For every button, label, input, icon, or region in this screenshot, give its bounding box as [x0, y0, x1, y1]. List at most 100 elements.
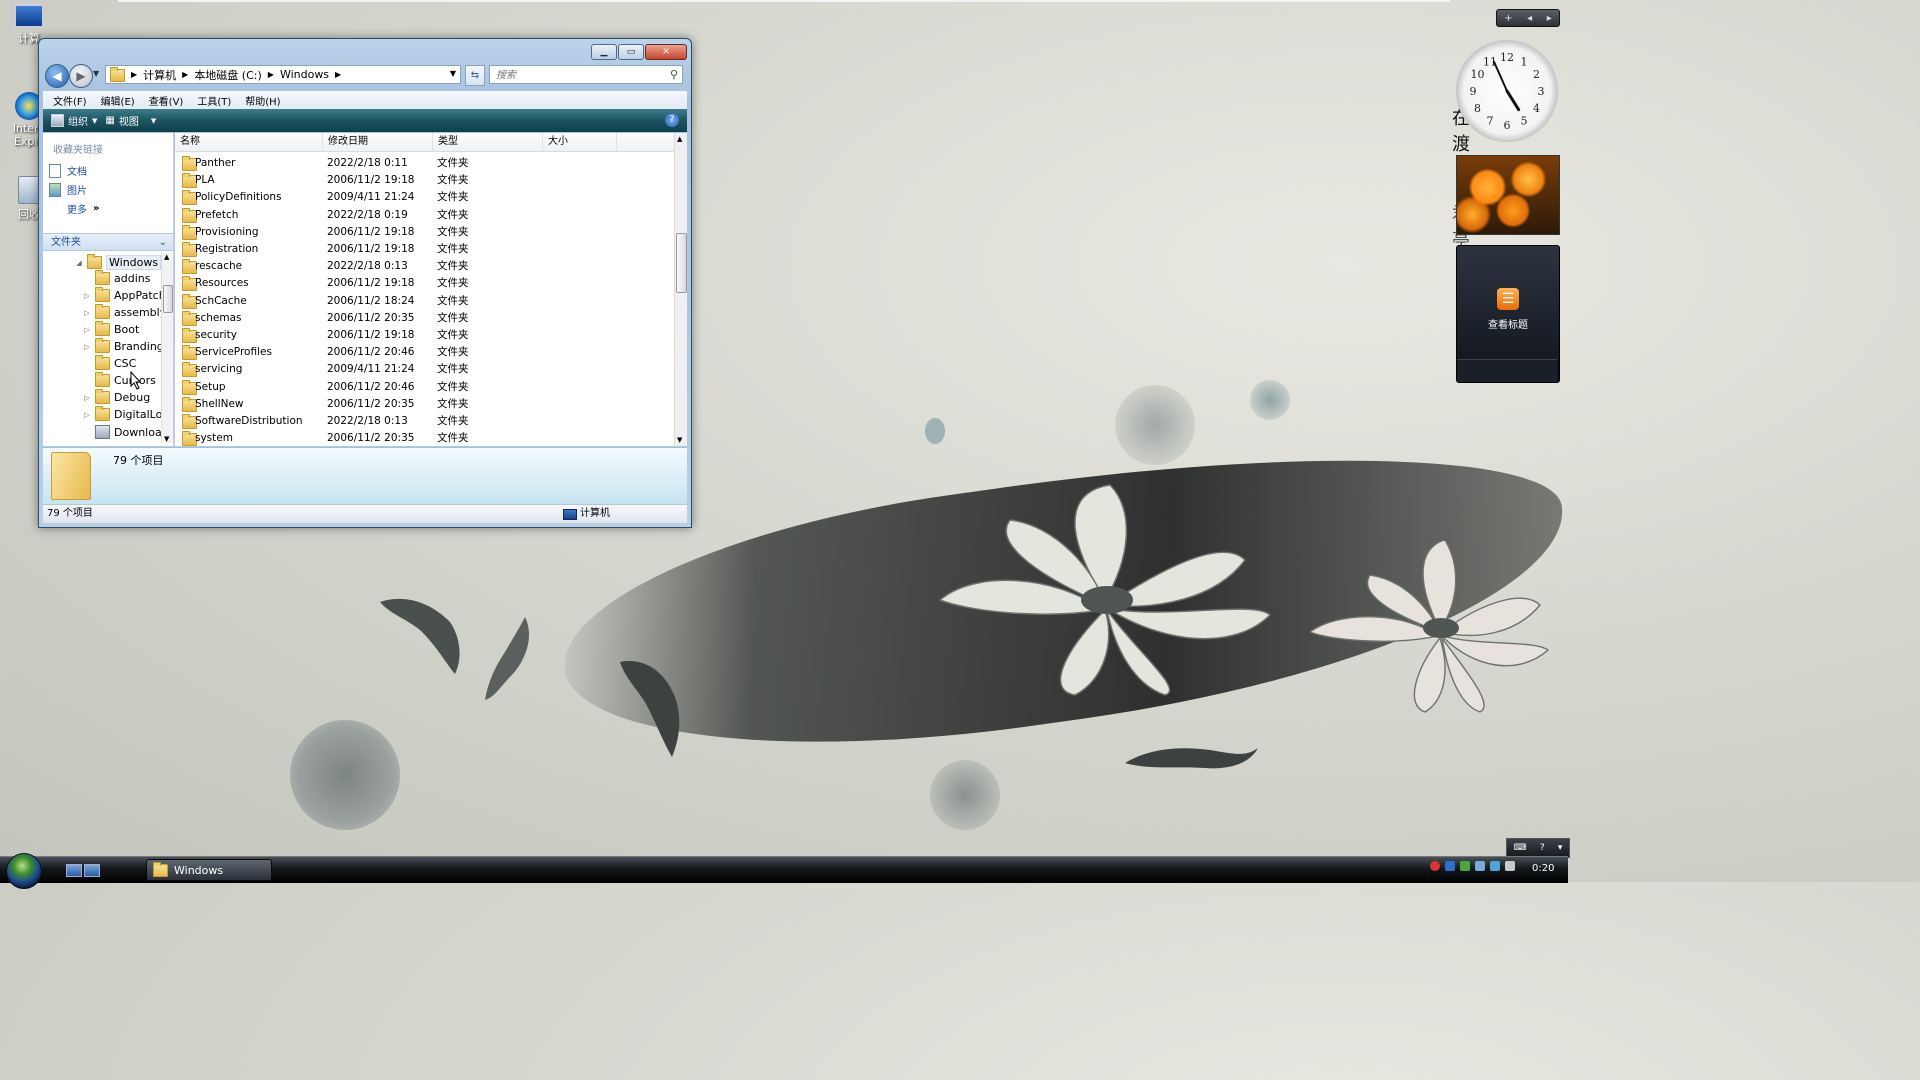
- file-row[interactable]: system 2006/11/2 20:35 文件夹: [175, 430, 671, 447]
- breadcrumb-computer[interactable]: 计算机: [143, 67, 176, 83]
- tree-item-debug[interactable]: ▷ Debug: [83, 389, 150, 404]
- tree-item-windows[interactable]: ◢ Windows: [75, 254, 162, 270]
- recent-pages-dropdown-icon[interactable]: ▼: [93, 69, 99, 78]
- network-icon[interactable]: [1475, 861, 1485, 871]
- file-row[interactable]: SoftwareDistribution 2022/2/18 0:13 文件夹: [175, 413, 671, 430]
- file-row[interactable]: ServiceProfiles 2006/11/2 20:46 文件夹: [175, 344, 671, 361]
- file-row[interactable]: Panther 2022/2/18 0:11 文件夹: [175, 155, 671, 172]
- file-row[interactable]: PLA 2006/11/2 19:18 文件夹: [175, 172, 671, 189]
- error-icon[interactable]: [1430, 861, 1440, 871]
- connection-icon[interactable]: [1490, 861, 1500, 871]
- file-row[interactable]: schemas 2006/11/2 20:35 文件夹: [175, 310, 671, 327]
- tree-item-boot[interactable]: ▷ Boot: [83, 321, 139, 336]
- file-name: Panther: [195, 157, 236, 169]
- expand-arrow-icon[interactable]: ▷: [83, 394, 91, 402]
- file-list-scroll-thumb[interactable]: [676, 233, 687, 293]
- expand-arrow-icon[interactable]: ▷: [83, 309, 91, 317]
- tree-item-cursors[interactable]: Cursors: [83, 372, 156, 387]
- show-desktop-icon[interactable]: [66, 864, 82, 877]
- column-size[interactable]: 大小: [543, 133, 617, 151]
- refresh-button[interactable]: ⇆: [465, 65, 485, 86]
- column-type[interactable]: 类型: [433, 133, 543, 151]
- breadcrumb-drive-c[interactable]: 本地磁盘 (C:): [194, 67, 261, 83]
- scroll-up-icon[interactable]: ▲: [164, 253, 169, 261]
- explorer-window[interactable]: ▁ ▭ ✕ ◀ ▶ ▼ ▶ 计算机 ▶ 本地磁盘 (C:) ▶ Windows …: [38, 38, 692, 528]
- menu-edit[interactable]: 编辑(E): [101, 93, 135, 108]
- folders-header[interactable]: 文件夹 ⌄: [43, 233, 173, 251]
- organize-button[interactable]: 组织 ▼: [51, 113, 97, 128]
- collapse-arrow-icon[interactable]: ◢: [75, 259, 83, 267]
- view-headlines-label[interactable]: 查看标题: [1457, 316, 1559, 331]
- scroll-up-icon[interactable]: ▲: [677, 135, 682, 143]
- tree-item-downloaded[interactable]: Download: [83, 425, 169, 439]
- tree-scrollbar[interactable]: ▲ ▼: [161, 253, 173, 443]
- chevron-down-icon[interactable]: ▾: [1558, 843, 1563, 853]
- switch-windows-icon[interactable]: [84, 864, 100, 877]
- add-gadget-icon[interactable]: +: [1504, 13, 1512, 24]
- views-button[interactable]: ▦ 视图: [105, 113, 138, 128]
- next-page-icon[interactable]: ▸: [1547, 13, 1552, 24]
- tree-item-apppatch[interactable]: ▷ AppPatch: [83, 287, 166, 302]
- file-row[interactable]: PolicyDefinitions 2009/4/11 21:24 文件夹: [175, 189, 671, 206]
- expand-arrow-icon[interactable]: ▷: [83, 411, 91, 419]
- previous-page-icon[interactable]: ◂: [1527, 13, 1532, 24]
- address-bar[interactable]: ▶ 计算机 ▶ 本地磁盘 (C:) ▶ Windows ▶ ▼: [105, 65, 461, 84]
- scroll-down-icon[interactable]: ▼: [677, 436, 682, 444]
- menu-view[interactable]: 查看(V): [149, 93, 184, 108]
- maximize-button[interactable]: ▭: [618, 44, 644, 60]
- address-dropdown-icon[interactable]: ▼: [450, 69, 456, 78]
- menu-help[interactable]: 帮助(H): [245, 93, 280, 108]
- search-box[interactable]: ⚲: [489, 65, 683, 84]
- column-name[interactable]: 名称: [175, 133, 323, 151]
- volume-icon[interactable]: [1505, 861, 1515, 871]
- file-row[interactable]: Registration 2006/11/2 19:18 文件夹: [175, 241, 671, 258]
- start-button[interactable]: [6, 853, 42, 889]
- tree-item-assembly[interactable]: ▷ assembly: [83, 304, 166, 319]
- minimize-button[interactable]: ▁: [591, 44, 617, 60]
- breadcrumb-separator-icon[interactable]: ▶: [335, 70, 341, 79]
- file-list-scrollbar[interactable]: ▲ ▼: [674, 133, 687, 446]
- help-icon[interactable]: ?: [665, 113, 679, 127]
- file-row[interactable]: Prefetch 2022/2/18 0:19 文件夹: [175, 207, 671, 224]
- search-icon[interactable]: ⚲: [670, 68, 678, 81]
- favorite-link-more[interactable]: 更多 »: [67, 201, 99, 216]
- tree-scroll-thumb[interactable]: [163, 285, 173, 313]
- file-row[interactable]: ShellNew 2006/11/2 20:35 文件夹: [175, 396, 671, 413]
- bluetooth-icon[interactable]: [1445, 861, 1455, 871]
- language-bar[interactable]: ⌨ ? ▾: [1506, 838, 1570, 858]
- keyboard-icon[interactable]: ⌨: [1514, 843, 1527, 853]
- favorite-link-pictures[interactable]: 图片: [49, 182, 87, 197]
- slideshow-gadget[interactable]: [1456, 155, 1560, 235]
- expand-arrow-icon[interactable]: ▷: [83, 326, 91, 334]
- column-date-modified[interactable]: 修改日期: [323, 133, 433, 151]
- expand-arrow-icon[interactable]: ▷: [83, 292, 91, 300]
- favorite-link-documents[interactable]: 文档: [49, 163, 87, 178]
- file-row[interactable]: Setup 2006/11/2 20:46 文件夹: [175, 379, 671, 396]
- scroll-down-icon[interactable]: ▼: [164, 435, 169, 443]
- back-button[interactable]: ◀: [45, 64, 69, 88]
- menu-tools[interactable]: 工具(T): [197, 93, 231, 108]
- breadcrumb-windows[interactable]: Windows: [280, 68, 329, 81]
- expand-arrow-icon[interactable]: ▷: [83, 343, 91, 351]
- tree-item-csc[interactable]: CSC: [83, 355, 136, 370]
- file-row[interactable]: servicing 2009/4/11 21:24 文件夹: [175, 361, 671, 378]
- tree-item-digitallocker[interactable]: ▷ DigitalLoc: [83, 406, 168, 421]
- file-row[interactable]: SchCache 2006/11/2 18:24 文件夹: [175, 293, 671, 310]
- file-row[interactable]: Resources 2006/11/2 19:18 文件夹: [175, 275, 671, 292]
- clock-gadget[interactable]: 1 2 3 4 5 6 7 8 9 10 11 12: [1456, 40, 1558, 142]
- feed-headlines-gadget[interactable]: ☰ 查看标题: [1456, 245, 1560, 383]
- tree-item-branding[interactable]: ▷ Branding: [83, 338, 164, 353]
- file-row[interactable]: security 2006/11/2 19:18 文件夹: [175, 327, 671, 344]
- file-row[interactable]: rescache 2022/2/18 0:13 文件夹: [175, 258, 671, 275]
- views-dropdown-icon[interactable]: ▼: [151, 117, 156, 125]
- taskbar-button-windows[interactable]: Windows: [146, 859, 272, 881]
- taskbar-clock[interactable]: 0:20: [1532, 863, 1554, 874]
- close-button[interactable]: ✕: [645, 44, 687, 60]
- file-row[interactable]: Provisioning 2006/11/2 19:18 文件夹: [175, 224, 671, 241]
- shield-icon[interactable]: [1460, 861, 1470, 871]
- tree-item-addins[interactable]: addins: [83, 270, 150, 285]
- menu-file[interactable]: 文件(F): [53, 93, 87, 108]
- help-icon[interactable]: ?: [1540, 843, 1545, 853]
- forward-button[interactable]: ▶: [69, 64, 93, 88]
- search-input[interactable]: [494, 67, 668, 84]
